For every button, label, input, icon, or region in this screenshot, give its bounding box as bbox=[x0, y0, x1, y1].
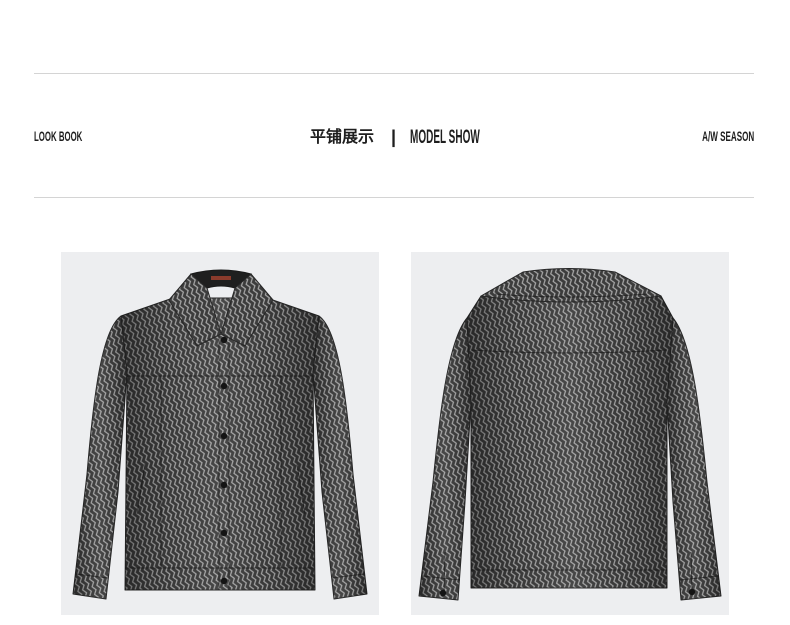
title-separator: | bbox=[391, 127, 397, 147]
lookbook-section: { "header": { "left_label": "LOOK BOOK",… bbox=[0, 0, 790, 625]
front-left-sleeve-shade bbox=[73, 316, 127, 599]
jacket-front-illustration bbox=[72, 269, 368, 600]
front-button bbox=[220, 382, 228, 390]
back-left-cuff-button bbox=[439, 589, 447, 597]
back-body-shade bbox=[467, 296, 673, 588]
jacket-back-illustration bbox=[418, 268, 722, 601]
front-button bbox=[220, 336, 228, 344]
front-right-sleeve-shade bbox=[313, 316, 367, 599]
product-photo-back bbox=[411, 252, 729, 615]
product-photo-front bbox=[61, 252, 379, 615]
back-right-cuff-button bbox=[688, 588, 696, 596]
look-book-label: LOOK BOOK bbox=[34, 128, 83, 144]
season-label: A/W SEASON bbox=[701, 128, 754, 144]
front-button bbox=[220, 432, 228, 440]
bottom-divider bbox=[34, 197, 754, 198]
front-body-shade bbox=[121, 298, 319, 590]
section-title-en: MODEL SHOW bbox=[410, 127, 480, 148]
back-right-sleeve-shade bbox=[667, 318, 721, 600]
section-title-cn: 平铺展示 bbox=[310, 127, 375, 146]
front-button bbox=[220, 577, 228, 585]
brand-tag bbox=[211, 276, 231, 280]
top-divider bbox=[34, 73, 754, 74]
front-button bbox=[220, 529, 228, 537]
front-button bbox=[220, 481, 228, 489]
